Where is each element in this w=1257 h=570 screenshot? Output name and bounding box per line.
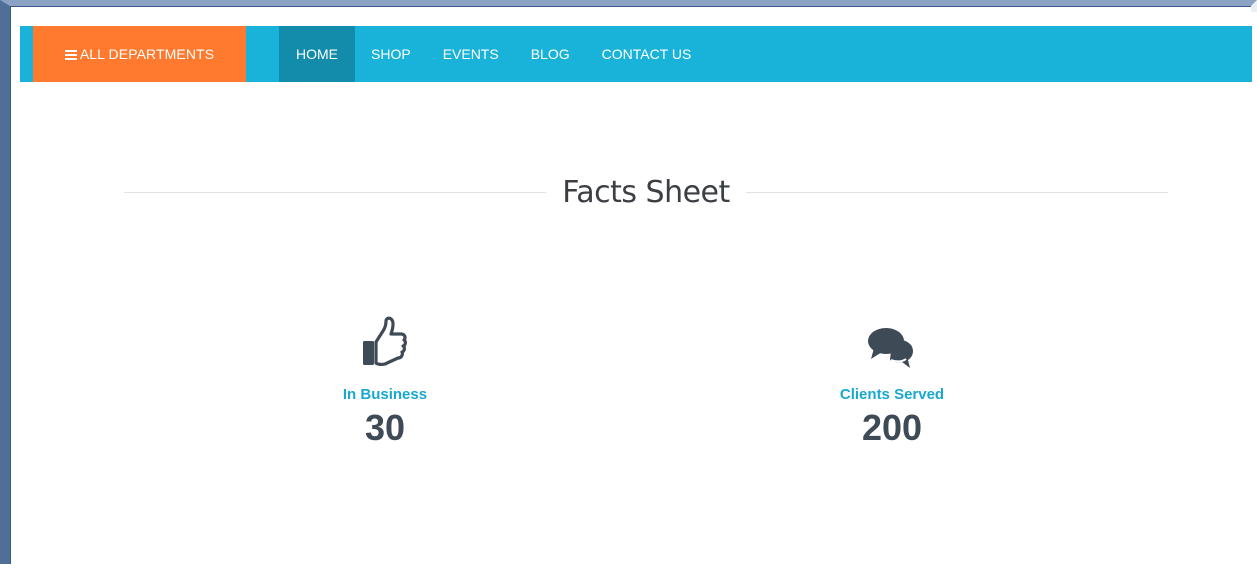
nav-events-label: EVENTS (442, 46, 499, 62)
main-navbar: ALL DEPARTMENTS HOME SHOP EVENTS BLOG CO… (20, 26, 1252, 82)
nav-events[interactable]: EVENTS (427, 26, 515, 82)
fact-value-in-business: 30 (364, 407, 406, 448)
fact-value-clients-served: 200 (861, 407, 923, 448)
nav-blog-label: BLOG (530, 46, 570, 62)
all-departments-label: ALL DEPARTMENTS (79, 46, 215, 62)
thumbs-up-icon (363, 316, 407, 367)
fact-label-in-business: In Business (342, 386, 428, 403)
nav-contact-us[interactable]: CONTACT US (586, 26, 708, 82)
all-departments-button[interactable]: ALL DEPARTMENTS (33, 26, 246, 82)
nav-shop-label: SHOP (371, 46, 411, 62)
nav-blog[interactable]: BLOG (515, 26, 586, 82)
fact-clients-served: Clients Served 200 (782, 314, 1002, 449)
facts-title: Facts Sheet (562, 174, 730, 210)
nav-shop[interactable]: SHOP (355, 26, 427, 82)
list-menu-icon (64, 49, 77, 60)
fact-in-business: In Business 30 (275, 314, 495, 449)
facts-heading: Facts Sheet (124, 172, 1169, 212)
window-frame: ALL DEPARTMENTS HOME SHOP EVENTS BLOG CO… (0, 0, 1257, 570)
page: ALL DEPARTMENTS HOME SHOP EVENTS BLOG CO… (20, 12, 1257, 570)
heading-divider-right (745, 191, 1169, 193)
nav-links: HOME SHOP EVENTS BLOG CONTACT US (279, 26, 707, 82)
heading-divider-left (124, 191, 547, 193)
nav-home[interactable]: HOME (279, 26, 355, 82)
fact-label-clients-served: Clients Served (839, 386, 945, 403)
nav-home-label: HOME (296, 46, 338, 62)
nav-contact-us-label: CONTACT US (601, 46, 692, 62)
chat-bubbles-icon (868, 328, 913, 368)
